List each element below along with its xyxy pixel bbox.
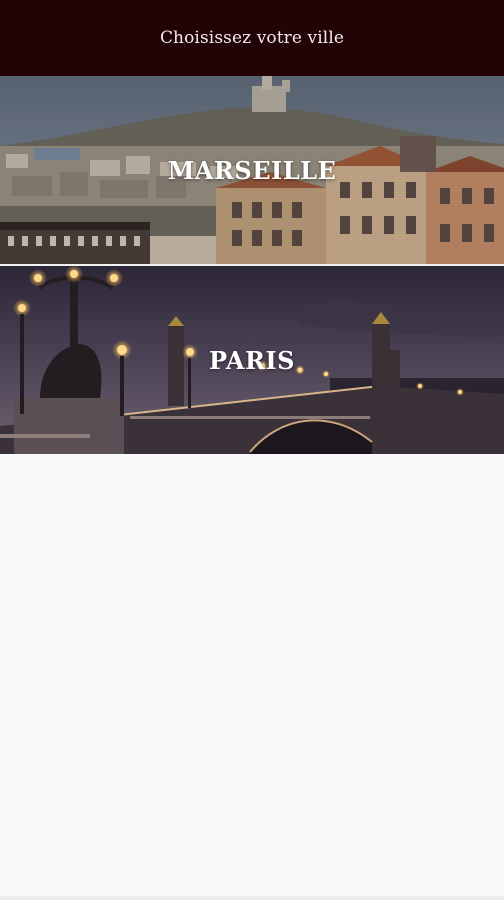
app-header: Choisissez votre ville [0,0,504,76]
page-title: Choisissez votre ville [159,28,345,48]
city-name-paris: PARIS [209,345,295,375]
bottom-edge [0,896,504,900]
city-card-paris[interactable]: PARIS [0,266,504,454]
city-name-marseille: MARSEILLE [167,155,337,185]
city-card-marseille[interactable]: MARSEILLE [0,76,504,264]
app-screen: Choisissez votre ville MARSEILLE PARIS [0,0,504,900]
